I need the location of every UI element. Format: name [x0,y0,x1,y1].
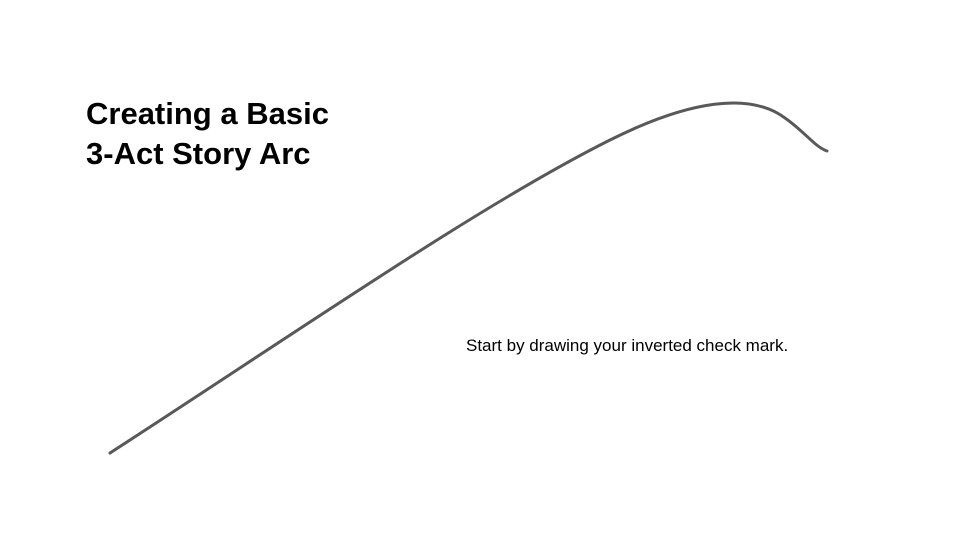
slide-title: Creating a Basic 3-Act Story Arc [86,94,329,174]
instruction-caption: Start by drawing your inverted check mar… [466,336,789,355]
slide-title-line-2: 3-Act Story Arc [86,136,311,171]
story-arc-diagram [108,101,829,455]
slide-title-line-1: Creating a Basic [86,96,329,131]
slide: Creating a Basic 3-Act Story Arc Start b… [0,0,960,540]
